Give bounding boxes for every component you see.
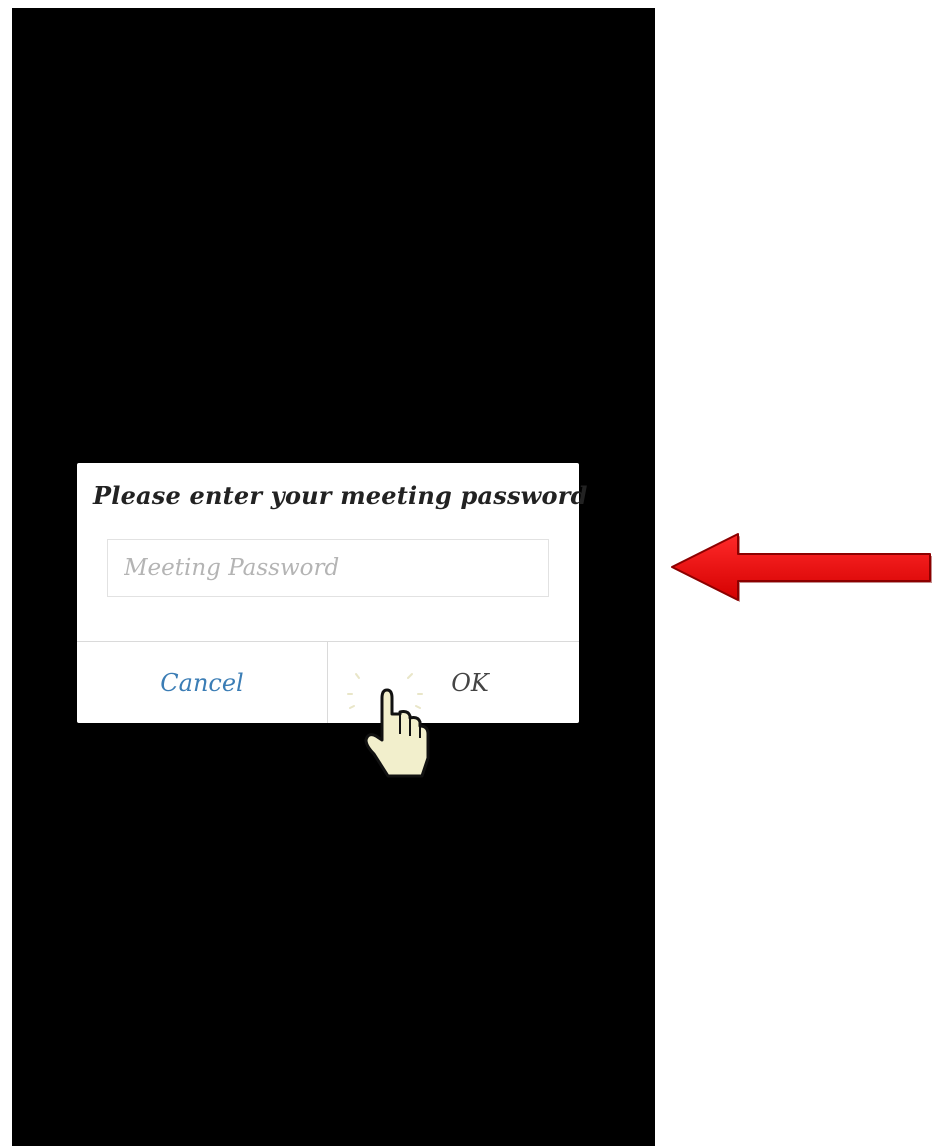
hand-pointer-icon [347, 673, 430, 778]
password-dialog: Please enter your meeting password Cance… [77, 463, 587, 723]
meeting-password-input[interactable] [107, 539, 549, 597]
dialog-title: Please enter your meeting password [93, 481, 588, 510]
arrow-left-icon [671, 533, 932, 602]
cancel-button[interactable]: Cancel [77, 642, 327, 723]
